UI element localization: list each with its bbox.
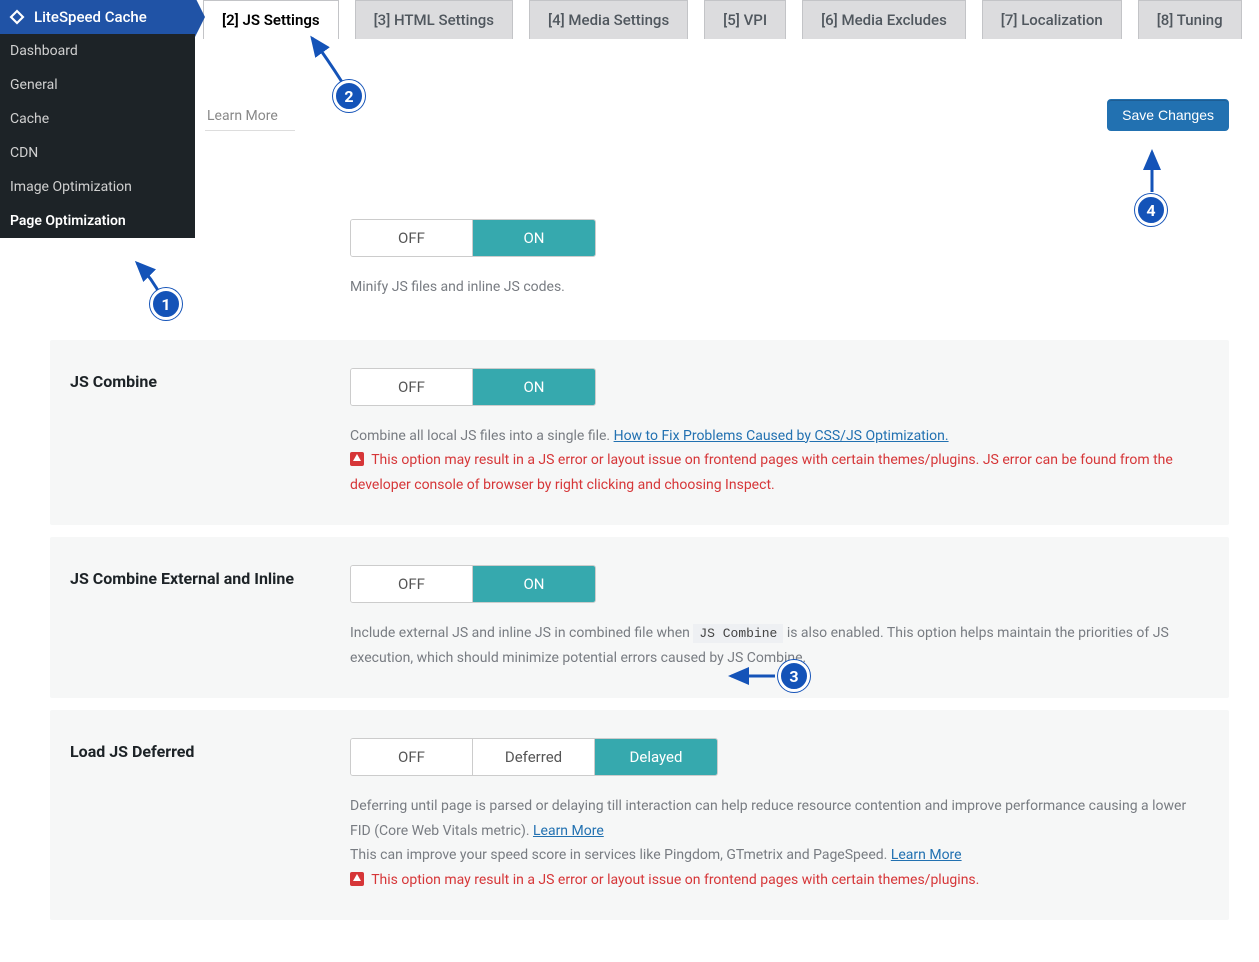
toggle-option-delayed[interactable]: Delayed bbox=[595, 739, 717, 775]
warning-icon bbox=[350, 452, 364, 466]
sidebar-item-image-optimization[interactable]: Image Optimization bbox=[0, 170, 195, 204]
help-link[interactable]: Learn More bbox=[891, 847, 962, 863]
litespeed-icon bbox=[8, 8, 26, 26]
toggle-option-off[interactable]: OFF bbox=[351, 566, 473, 602]
toggle-option-on[interactable]: ON bbox=[473, 566, 595, 602]
toggle-option-off[interactable]: OFF bbox=[351, 369, 473, 405]
toggle-js_combine_ext: OFFON bbox=[350, 565, 596, 603]
sidebar-item-general[interactable]: General bbox=[0, 68, 195, 102]
sidebar-item-cdn[interactable]: CDN bbox=[0, 136, 195, 170]
setting-label: JS Combine bbox=[70, 368, 350, 498]
tab-6[interactable]: [8] Tuning bbox=[1138, 0, 1242, 39]
step-bubble-4: 4 bbox=[1135, 194, 1167, 226]
tab-4[interactable]: [6] Media Excludes bbox=[802, 0, 966, 39]
sidebar-item-page-optimization[interactable]: Page Optimization bbox=[0, 204, 195, 238]
setting-js_combine_ext: JS Combine External and InlineOFFONInclu… bbox=[50, 537, 1229, 698]
toggle-option-on[interactable]: ON bbox=[473, 369, 595, 405]
setting-js_combine: JS CombineOFFONCombine all local JS file… bbox=[50, 340, 1229, 526]
help-link[interactable]: How to Fix Problems Caused by CSS/JS Opt… bbox=[614, 428, 949, 444]
sidebar-item-cache[interactable]: Cache bbox=[0, 102, 195, 136]
tab-1[interactable]: [3] HTML Settings bbox=[355, 0, 513, 39]
step-bubble-2: 2 bbox=[333, 80, 365, 112]
setting-label: Load JS Deferred bbox=[70, 738, 350, 892]
toggle-option-off[interactable]: OFF bbox=[351, 220, 473, 256]
step-bubble-1: 1 bbox=[150, 288, 182, 320]
tab-5[interactable]: [7] Localization bbox=[982, 0, 1122, 39]
setting-js_minify: OFFONMinify JS files and inline JS codes… bbox=[50, 191, 1229, 328]
tab-2[interactable]: [4] Media Settings bbox=[529, 0, 688, 39]
sidebar-title: LiteSpeed Cache bbox=[34, 8, 147, 26]
toggle-option-deferred[interactable]: Deferred bbox=[473, 739, 595, 775]
warning-icon bbox=[350, 872, 364, 886]
tab-3[interactable]: [5] VPI bbox=[704, 0, 786, 39]
setting-js_defer: Load JS DeferredOFFDeferredDelayedDeferr… bbox=[50, 710, 1229, 920]
help-link[interactable]: Learn More bbox=[533, 823, 604, 839]
settings-content: OFFONMinify JS files and inline JS codes… bbox=[0, 171, 1259, 962]
sidebar-item-dashboard[interactable]: Dashboard bbox=[0, 34, 195, 68]
save-changes-button[interactable]: Save Changes bbox=[1107, 99, 1229, 131]
toggle-js_combine: OFFON bbox=[350, 368, 596, 406]
toggle-js_minify: OFFON bbox=[350, 219, 596, 257]
step-bubble-3: 3 bbox=[778, 660, 810, 692]
sidebar: LiteSpeed Cache DashboardGeneralCacheCDN… bbox=[0, 0, 195, 238]
sidebar-header: LiteSpeed Cache bbox=[0, 0, 195, 34]
toggle-option-off[interactable]: OFF bbox=[351, 739, 473, 775]
toggle-option-on[interactable]: ON bbox=[473, 220, 595, 256]
toggle-js_defer: OFFDeferredDelayed bbox=[350, 738, 718, 776]
learn-more-link[interactable]: Learn More bbox=[205, 102, 295, 131]
setting-label: JS Combine External and Inline bbox=[70, 565, 350, 670]
step-arrow-3 bbox=[725, 664, 785, 692]
